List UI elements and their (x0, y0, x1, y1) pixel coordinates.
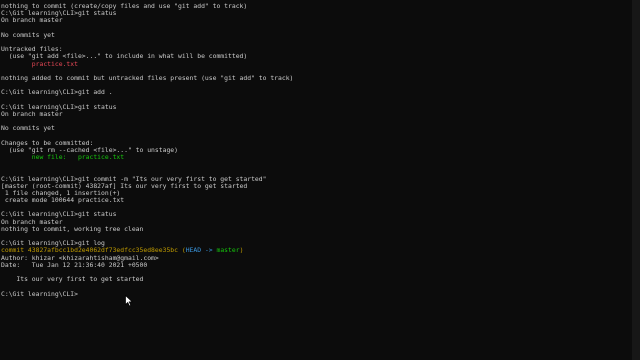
mouse-cursor-icon (125, 294, 134, 307)
terminal-line: C:\Git learning\CLI> (1, 289, 632, 298)
terminal-text: new file: practice.txt (1, 152, 125, 161)
terminal-text: HEAD -> (185, 246, 217, 255)
terminal-text: master (216, 246, 240, 255)
terminal-output: nothing to commit (create/copy files and… (1, 2, 632, 298)
terminal-text: ( (178, 246, 186, 255)
terminal-line: (use "git add <file>..." to include in w… (1, 53, 632, 60)
terminal-line: nothing to commit, working tree clean (1, 224, 632, 233)
terminal-text: C:\Git learning\CLI> (1, 289, 78, 298)
terminal-line: nothing added to commit but untracked fi… (1, 73, 632, 82)
terminal-line: C:\Git learning\CLI>git add . (1, 89, 632, 96)
terminal-line: create mode 100644 practice.txt (1, 196, 632, 205)
terminal-text: No commits yet (1, 30, 55, 39)
terminal-window[interactable]: nothing to commit (create/copy files and… (0, 0, 632, 360)
terminal-text: On branch master (1, 109, 63, 118)
terminal-text: nothing added to commit but untracked fi… (1, 73, 294, 82)
terminal-line: C:\Git learning\CLI>git status (1, 103, 632, 111)
terminal-line: C:\Git learning\CLI>git status (1, 211, 632, 218)
terminal-text: C:\Git learning\CLI>git add . (1, 88, 113, 97)
terminal-line: Date: Tue Jan 12 21:36:40 2021 +0500 (1, 260, 632, 269)
terminal-text: practice.txt (1, 59, 78, 68)
terminal-text: Its our very first to get started (1, 275, 144, 284)
terminal-text: On branch master (1, 16, 63, 25)
terminal-text: Date: Tue Jan 12 21:36:40 2021 +0500 (1, 260, 148, 269)
terminal-line: On branch master (1, 109, 632, 118)
terminal-line: Its our very first to get started (1, 276, 632, 283)
terminal-text: nothing to commit, working tree clean (1, 224, 144, 233)
terminal-line: C:\Git learning\CLI>git status (1, 10, 632, 17)
terminal-line: new file: practice.txt (1, 152, 632, 161)
terminal-line: practice.txt (1, 59, 632, 68)
terminal-text: No commits yet (1, 124, 55, 133)
terminal-text: create mode 100644 practice.txt (1, 196, 125, 205)
terminal-text: ) (239, 246, 244, 255)
terminal-line: On branch master (1, 17, 632, 24)
terminal-line: No commits yet (1, 30, 632, 39)
terminal-line: No commits yet (1, 125, 632, 132)
vertical-scrollbar[interactable] (632, 0, 640, 360)
